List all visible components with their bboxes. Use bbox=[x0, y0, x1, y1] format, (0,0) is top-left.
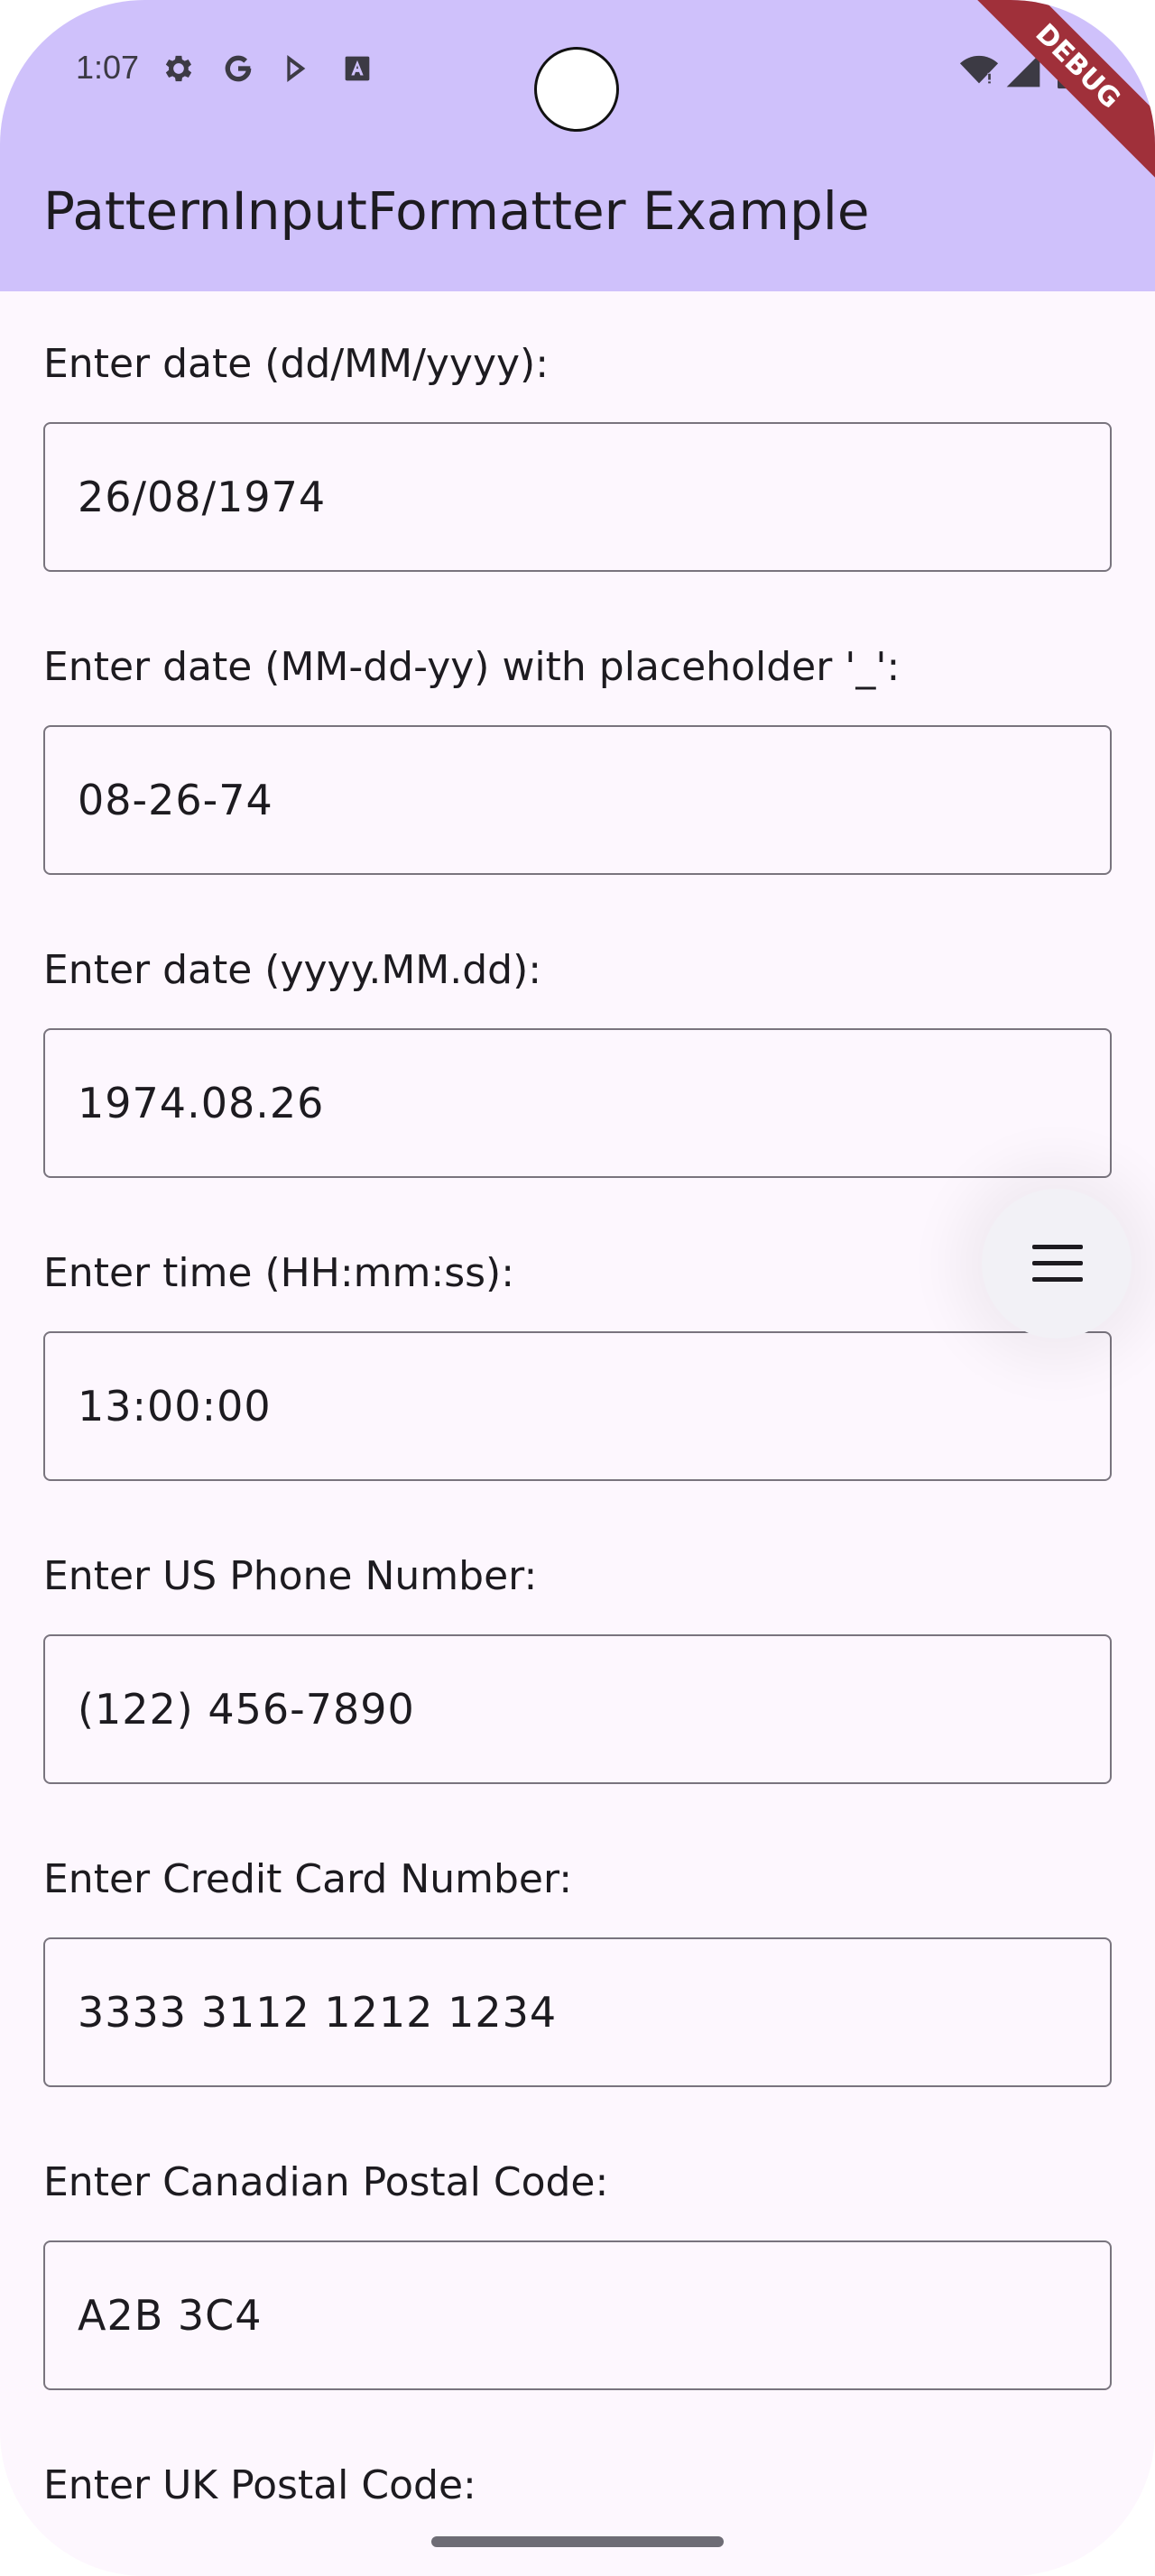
credit-card-input[interactable]: 3333 3112 1212 1234 bbox=[43, 1937, 1112, 2087]
status-time: 1:07 bbox=[76, 49, 140, 86]
menu-fab-button[interactable] bbox=[982, 1189, 1132, 1339]
google-icon bbox=[225, 55, 252, 82]
field-label-date-yyyymmdd: Enter date (yyyy.MM.dd): bbox=[43, 947, 542, 993]
field-label-us-phone: Enter US Phone Number: bbox=[43, 1553, 538, 1599]
text-icon bbox=[345, 56, 370, 81]
us-phone-input[interactable]: (122) 456-7890 bbox=[43, 1634, 1112, 1784]
front-camera bbox=[534, 47, 619, 132]
field-value: 1974.08.26 bbox=[78, 1079, 325, 1127]
field-value: A2B 3C4 bbox=[78, 2291, 263, 2340]
field-value: 13:00:00 bbox=[78, 1382, 272, 1431]
field-value: 08-26-74 bbox=[78, 776, 273, 824]
field-value: (122) 456-7890 bbox=[78, 1685, 415, 1734]
field-label-date-mmddyy: Enter date (MM-dd-yy) with placeholder '… bbox=[43, 644, 901, 690]
field-label-uk-postal: Enter UK Postal Code: bbox=[43, 2462, 476, 2508]
play-store-icon bbox=[287, 55, 306, 82]
date-yyyymmdd-input[interactable]: 1974.08.26 bbox=[43, 1028, 1112, 1178]
home-indicator[interactable] bbox=[431, 2536, 724, 2547]
time-input[interactable]: 13:00:00 bbox=[43, 1331, 1112, 1481]
date-mmddyy-input[interactable]: 08-26-74 bbox=[43, 725, 1112, 875]
canadian-postal-input[interactable]: A2B 3C4 bbox=[43, 2240, 1112, 2390]
field-value: 26/08/1974 bbox=[78, 473, 327, 521]
field-label-date-ddmmyyyy: Enter date (dd/MM/yyyy): bbox=[43, 341, 550, 387]
wifi-icon bbox=[959, 55, 999, 84]
field-label-credit-card: Enter Credit Card Number: bbox=[43, 1856, 573, 1902]
field-label-canadian-postal: Enter Canadian Postal Code: bbox=[43, 2159, 609, 2205]
status-bar: 1:07 bbox=[0, 0, 1155, 144]
phone-screen: 1:07 PatternInputFormatter Example DEBUG… bbox=[0, 0, 1155, 2576]
settings-icon bbox=[165, 55, 192, 82]
field-label-time: Enter time (HH:mm:ss): bbox=[43, 1250, 515, 1296]
app-bar-title: PatternInputFormatter Example bbox=[43, 180, 870, 242]
field-value: 3333 3112 1212 1234 bbox=[78, 1988, 558, 2037]
date-ddmmyyyy-input[interactable]: 26/08/1974 bbox=[43, 422, 1112, 572]
app-bar: 1:07 PatternInputFormatter Example DEBUG bbox=[0, 0, 1155, 291]
